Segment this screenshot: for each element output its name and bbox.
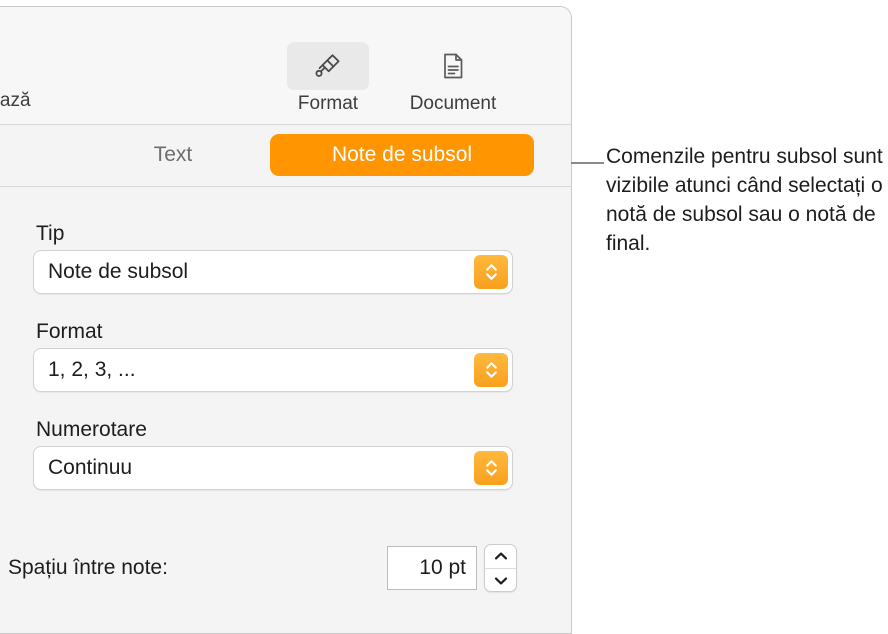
stepper-increment-button[interactable] (485, 545, 516, 569)
toolbar-button-document[interactable]: Document (400, 42, 506, 116)
stepper-decrement-button[interactable] (485, 569, 516, 592)
inspector-segmented-control: Text Note de subsol (0, 125, 571, 187)
callout-leader-line (571, 162, 604, 164)
dropdown-numbering[interactable]: Continuu (33, 446, 513, 490)
chevron-up-down-icon[interactable] (474, 255, 508, 289)
dropdown-tip-value: Note de subsol (48, 260, 189, 283)
document-icon-box (412, 42, 494, 90)
dropdown-tip[interactable]: Note de subsol (33, 250, 513, 294)
dropdown-format[interactable]: 1, 2, 3, ... (33, 348, 513, 392)
callout-text: Comenzile pentru subsol sunt vizibile at… (606, 145, 883, 255)
label-tip: Tip (36, 222, 65, 245)
dropdown-numbering-value: Continuu (48, 456, 133, 479)
chevron-down-icon (494, 577, 507, 585)
chevron-up-icon (494, 552, 507, 560)
tab-footnotes[interactable]: Note de subsol (270, 134, 534, 176)
label-format: Format (36, 320, 103, 343)
note-spacing-input[interactable]: 10 pt (387, 546, 477, 590)
label-numbering: Numerotare (36, 418, 147, 441)
chevron-up-down-glyph (485, 460, 497, 476)
label-note-spacing: Spațiu între note: (8, 556, 168, 579)
note-spacing-stepper[interactable] (484, 544, 517, 592)
paintbrush-icon (315, 54, 340, 77)
toolbar-button-document-label: Document (409, 93, 497, 114)
chevron-up-down-glyph (485, 362, 497, 378)
document-page-icon (444, 53, 463, 79)
chevron-up-down-icon[interactable] (474, 353, 508, 387)
format-inspector-panel: rează Format (0, 6, 572, 634)
tab-text[interactable]: Text (98, 134, 248, 176)
paintbrush-icon-box (287, 42, 369, 90)
chevron-up-down-glyph (485, 264, 497, 280)
chevron-up-down-icon[interactable] (474, 451, 508, 485)
inspector-toolbar: rează Format (0, 7, 571, 125)
footnotes-settings-form: Tip Note de subsol Format 1, 2, 3, ... N… (0, 188, 571, 633)
toolbar-button-format-label: Format (297, 93, 359, 114)
toolbar-button-format[interactable]: Format (275, 42, 381, 116)
toolbar-partial-label: rează (0, 90, 31, 111)
dropdown-format-value: 1, 2, 3, ... (48, 358, 136, 381)
